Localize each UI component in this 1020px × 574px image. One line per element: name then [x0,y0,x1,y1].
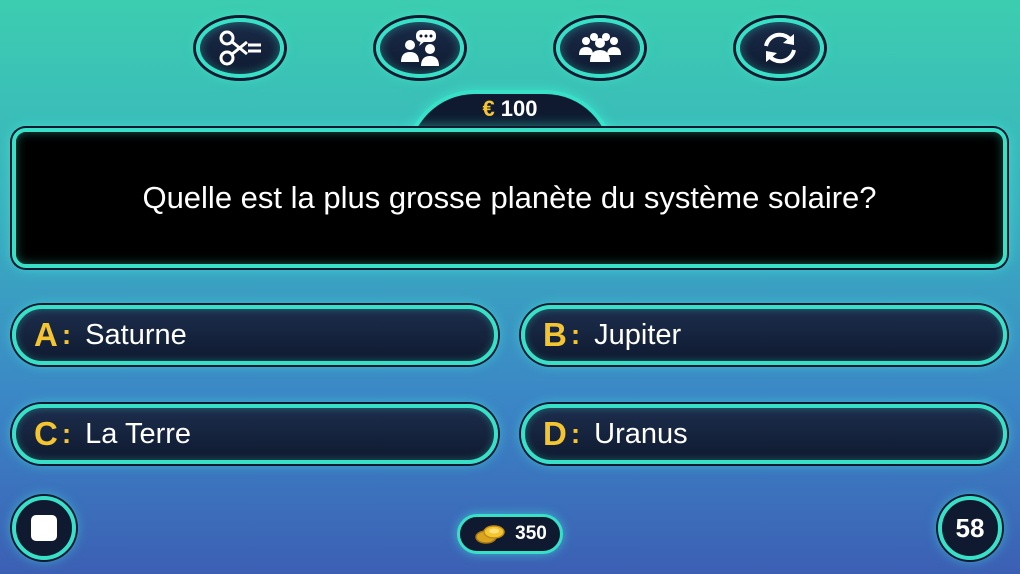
question-panel: Quelle est la plus grosse planète du sys… [12,128,1007,268]
answer-letter: D [543,415,567,452]
stop-icon [31,515,57,541]
answer-letter: C [34,415,58,452]
answer-text: Saturne [85,318,187,351]
timer-value: 58 [955,512,985,543]
answer-text: Jupiter [594,318,682,351]
answer-letter: B [543,316,567,353]
answer-b-button[interactable]: B : Jupiter [521,305,1007,365]
lifeline-switch-question-button[interactable] [736,18,824,78]
coins-count: 350 [515,523,547,544]
answer-c-button[interactable]: C : La Terre [12,404,498,464]
answer-text: La Terre [85,417,192,450]
coins-icon [475,525,505,544]
chat-people-icon [401,30,439,66]
scissors-icon [219,30,261,66]
answer-colon: : [570,319,581,350]
answer-colon: : [61,418,72,449]
answer-a-button[interactable]: A : Saturne [12,305,498,365]
audience-icon [579,33,621,62]
lifeline-ask-audience-button[interactable] [556,18,644,78]
lifeline-fifty-fifty-button[interactable] [196,18,284,78]
lifeline-ask-friend-button[interactable] [376,18,464,78]
euro-icon: € [482,96,495,121]
coins-counter: 350 [457,514,563,554]
stop-button[interactable] [12,496,76,560]
answer-text: Uranus [594,417,688,450]
answer-d-button[interactable]: D : Uranus [521,404,1007,464]
answer-colon: : [570,418,581,449]
prize-value: 100 [500,96,538,121]
answer-colon: : [61,319,72,350]
refresh-icon [764,32,796,64]
prize-amount: €100 [405,96,615,122]
answer-letter: A [34,316,58,353]
timer-display: 58 [938,496,1002,560]
question-text: Quelle est la plus grosse planète du sys… [142,180,877,215]
